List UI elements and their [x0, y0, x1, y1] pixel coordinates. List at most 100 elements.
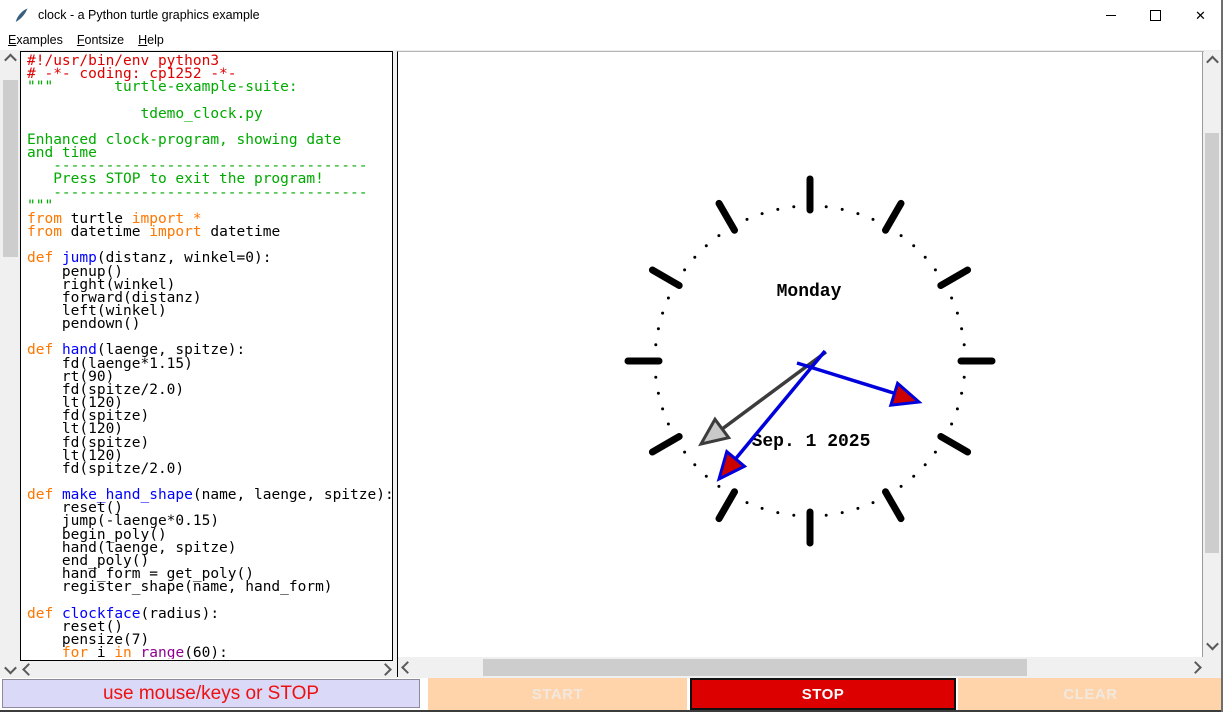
minute-dot	[792, 513, 796, 517]
hour-tick	[882, 488, 905, 523]
scroll-down-arrow-icon[interactable]	[1204, 637, 1220, 653]
menu-examples[interactable]: Examples	[2, 32, 69, 48]
minute-dot	[912, 474, 916, 478]
hour-tick	[937, 266, 972, 289]
minute-dot	[950, 296, 954, 300]
minute-dot	[683, 268, 687, 272]
scroll-left-arrow-icon[interactable]	[399, 659, 415, 676]
date-label: Sep. 1 2025	[752, 432, 871, 452]
minute-dot	[856, 212, 860, 216]
scrollbar-thumb[interactable]	[1205, 133, 1219, 553]
window-title: clock - a Python turtle graphics example	[38, 8, 260, 22]
control-bar: use mouse/keys or STOP START STOP CLEAR	[0, 678, 1223, 710]
code-horizontal-scrollbar[interactable]	[21, 661, 392, 677]
minute-dot	[704, 474, 708, 478]
minute-dot	[840, 511, 844, 515]
minute-dot	[704, 244, 708, 248]
scrollbar-thumb[interactable]	[483, 659, 1027, 676]
minute-dot	[792, 205, 796, 209]
hour-tick	[715, 199, 738, 234]
minute-dot	[654, 375, 658, 379]
minute-dot	[960, 327, 964, 331]
window-titlebar: clock - a Python turtle graphics example…	[0, 0, 1223, 30]
minute-dot	[745, 501, 749, 505]
minimize-button[interactable]	[1088, 0, 1133, 30]
minute-dot	[717, 484, 721, 488]
minute-dot	[661, 311, 665, 315]
minute-dot	[856, 506, 860, 510]
code-text[interactable]: #!/usr/bin/env python3 # -*- coding: cp12…	[22, 53, 391, 659]
minute-dot	[899, 484, 903, 488]
minute-dot	[654, 343, 658, 347]
minute-dot	[776, 511, 780, 515]
code-line: ------------------------------------	[27, 184, 368, 201]
code-vertical-scrollbar[interactable]	[2, 50, 19, 677]
code-line: fd(spitze/2.0)	[27, 460, 185, 477]
minute-dot	[683, 450, 687, 454]
minute-dot	[760, 212, 764, 216]
minute-dot	[955, 407, 959, 411]
code-line: """ turtle-example-suite:	[27, 79, 298, 96]
clear-button[interactable]: CLEAR	[958, 678, 1223, 710]
code-line: pendown()	[27, 316, 141, 333]
hour-tick	[648, 266, 683, 289]
close-icon: ✕	[1195, 7, 1206, 23]
maximize-icon	[1150, 9, 1161, 21]
turtledemo-window: clock - a Python turtle graphics example…	[0, 0, 1223, 712]
scroll-up-arrow-icon[interactable]	[2, 50, 19, 66]
minute-dot	[656, 327, 660, 331]
hour-tick	[715, 488, 738, 523]
minute-dot	[912, 244, 916, 248]
scroll-up-arrow-icon[interactable]	[1204, 52, 1220, 68]
code-editor[interactable]: #!/usr/bin/env python3 # -*- coding: cp12…	[20, 51, 393, 661]
minute-dot	[871, 217, 875, 221]
minute-dot	[950, 422, 954, 426]
scrollbar-thumb[interactable]	[3, 80, 18, 257]
minute-dot	[923, 255, 927, 259]
start-button[interactable]: START	[428, 678, 687, 710]
scroll-left-arrow-icon[interactable]	[21, 661, 35, 677]
code-line: tdemo_clock.py	[27, 105, 263, 122]
minute-dot	[666, 422, 670, 426]
canvas-horizontal-scrollbar[interactable]	[399, 659, 1203, 676]
minute-dot	[955, 311, 959, 315]
second-hand-arrowhead	[716, 448, 748, 482]
minimize-icon	[1105, 14, 1116, 16]
hour-tick	[882, 199, 905, 234]
minute-dot	[693, 463, 697, 467]
turtle-canvas[interactable]: Monday Sep. 1 2025	[398, 52, 1203, 657]
stop-button[interactable]: STOP	[690, 678, 956, 710]
minute-dot	[666, 296, 670, 300]
minute-dot	[760, 506, 764, 510]
minute-dot	[899, 234, 903, 238]
minute-dot	[824, 513, 828, 517]
python-feather-icon	[15, 8, 28, 22]
window-controls: ✕	[1088, 0, 1223, 30]
scroll-down-arrow-icon[interactable]	[2, 661, 19, 677]
minute-dot	[923, 463, 927, 467]
minute-dot	[661, 407, 665, 411]
minute-dot	[745, 217, 749, 221]
menu-help[interactable]: Help	[132, 32, 170, 48]
close-button[interactable]: ✕	[1178, 0, 1223, 30]
hour-hand-arrowhead	[698, 416, 732, 447]
code-line: register_shape(name, hand_form)	[27, 579, 333, 596]
hour-tick	[937, 433, 972, 456]
clock-drawing: Monday Sep. 1 2025	[624, 175, 996, 547]
minute-dot	[776, 207, 780, 211]
minute-dot	[656, 391, 660, 395]
canvas-vertical-scrollbar[interactable]	[1204, 52, 1220, 653]
minute-dot	[960, 391, 964, 395]
minute-dot	[871, 501, 875, 505]
scroll-right-arrow-icon[interactable]	[1187, 659, 1203, 676]
minute-dot	[933, 268, 937, 272]
minute-dot	[717, 234, 721, 238]
minute-dot	[693, 255, 697, 259]
menu-fontsize[interactable]: Fontsize	[71, 32, 130, 48]
maximize-button[interactable]	[1133, 0, 1178, 30]
minute-hand-arrowhead	[888, 380, 923, 407]
minute-dot	[962, 343, 966, 347]
scroll-right-arrow-icon[interactable]	[378, 661, 392, 677]
status-label: use mouse/keys or STOP	[2, 679, 420, 708]
hour-tick	[648, 433, 683, 456]
